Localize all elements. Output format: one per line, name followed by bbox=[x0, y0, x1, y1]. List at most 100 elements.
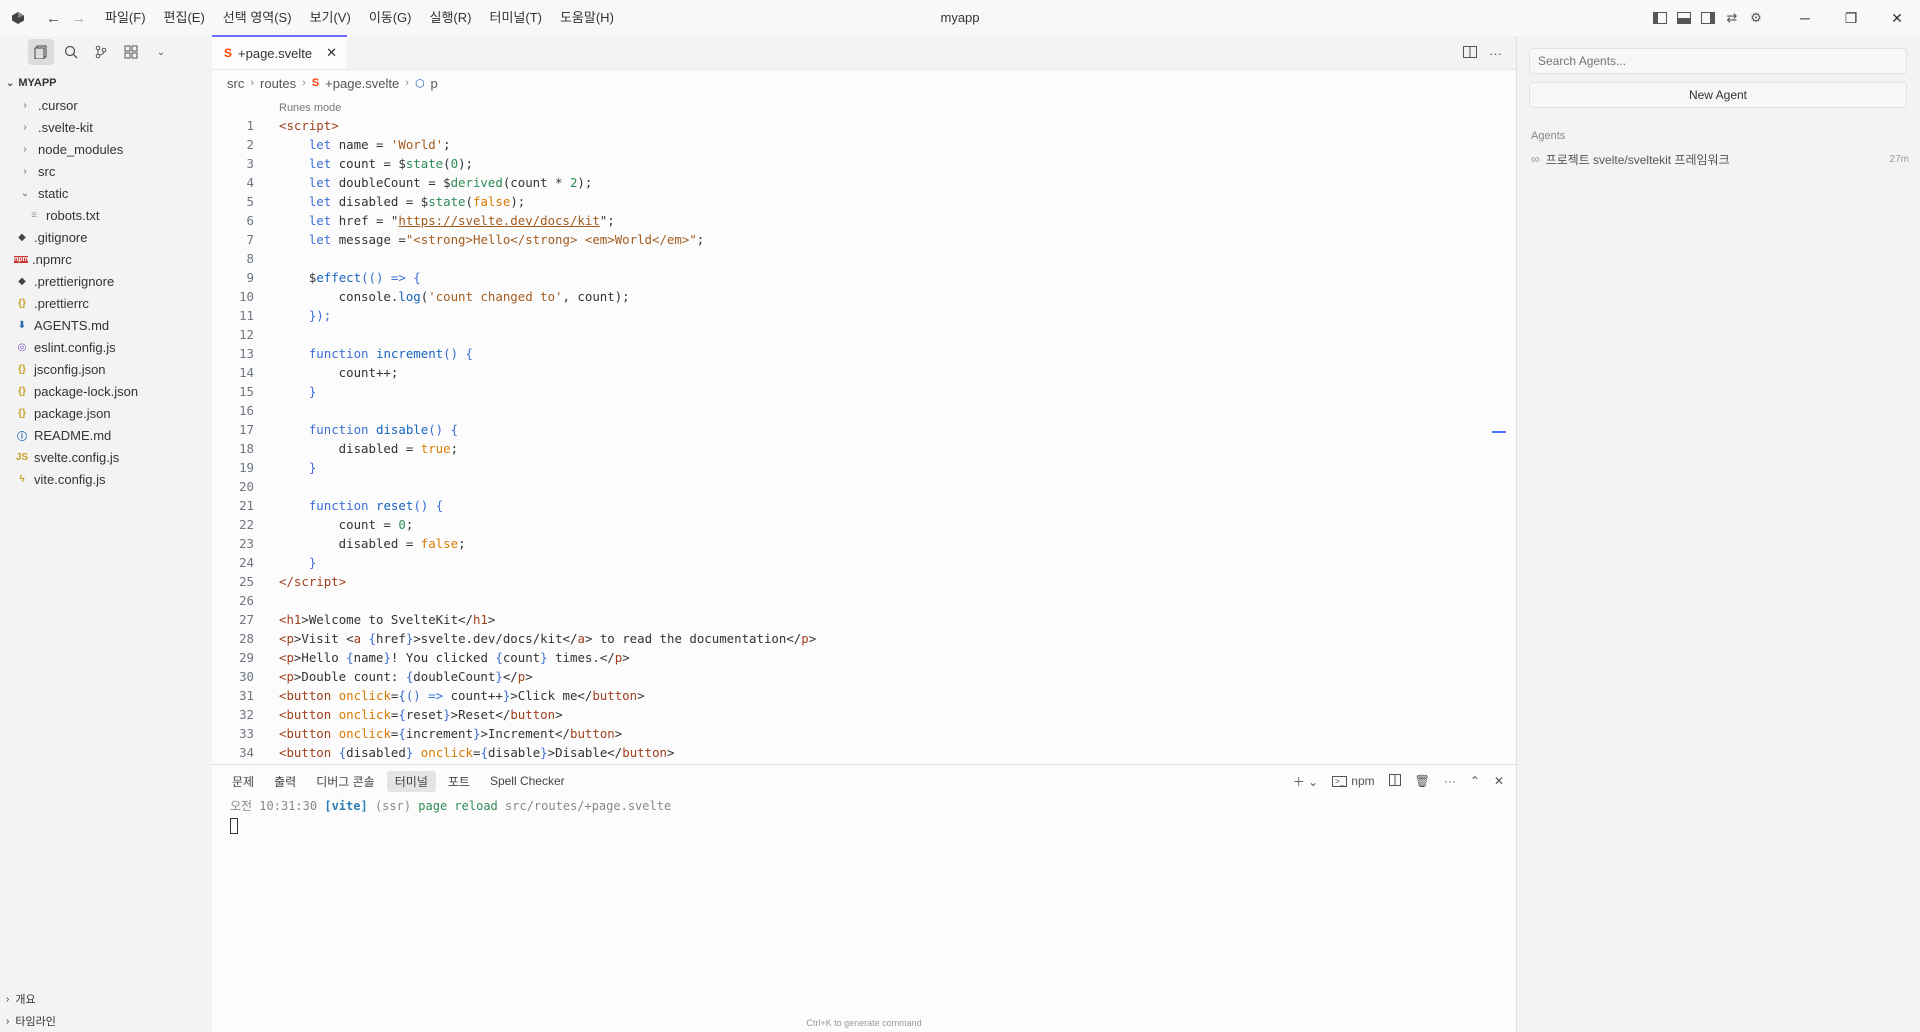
line-content: <p>Hello {name}! You clicked {count} tim… bbox=[254, 648, 630, 667]
tree-file[interactable]: {} package.json bbox=[0, 402, 212, 424]
toggle-primary-sidebar-icon[interactable] bbox=[1648, 6, 1672, 30]
line-content: let count = $state(0); bbox=[254, 154, 473, 173]
forward-arrow-icon[interactable]: → bbox=[71, 10, 86, 27]
tree-file[interactable]: ⬇ AGENTS.md bbox=[0, 314, 212, 336]
tree-file[interactable]: ◎ eslint.config.js bbox=[0, 336, 212, 358]
restore-window-icon[interactable]: ❐ bbox=[1828, 0, 1874, 36]
code-line: 10 console.log('count changed to', count… bbox=[212, 287, 1516, 306]
terminal-output[interactable]: 오전 10:31:30 [vite] (ssr) page reload src… bbox=[212, 797, 1516, 834]
tree-folder[interactable]: ⌄ static bbox=[0, 182, 212, 204]
close-tab-icon[interactable]: ✕ bbox=[326, 45, 337, 61]
tab-page-svelte[interactable]: S +page.svelte ✕ bbox=[212, 35, 348, 69]
close-panel-icon[interactable]: ✕ bbox=[1494, 774, 1504, 788]
explorer-files-icon[interactable] bbox=[28, 39, 54, 65]
toggle-panel-icon[interactable] bbox=[1672, 6, 1696, 30]
runes-mode-codelens[interactable]: Runes mode bbox=[279, 102, 341, 114]
menu-item[interactable]: 편집(E) bbox=[155, 0, 214, 36]
settings-gear-icon[interactable]: ⚙ bbox=[1744, 6, 1768, 30]
code-line: 21 function reset() { bbox=[212, 496, 1516, 515]
breadcrumb-src[interactable]: src bbox=[227, 76, 244, 91]
tree-file[interactable]: {} .prettierrc bbox=[0, 292, 212, 314]
menu-item[interactable]: 이동(G) bbox=[360, 0, 421, 36]
tree-file[interactable]: JS svelte.config.js bbox=[0, 446, 212, 468]
extensions-icon[interactable] bbox=[118, 39, 144, 65]
breadcrumb-file[interactable]: +page.svelte bbox=[325, 76, 399, 91]
toggle-secondary-sidebar-icon[interactable] bbox=[1696, 6, 1720, 30]
search-agents-input[interactable] bbox=[1529, 48, 1907, 74]
tree-item-label: svelte.config.js bbox=[34, 449, 120, 465]
line-number: 5 bbox=[246, 194, 254, 209]
breadcrumb-routes[interactable]: routes bbox=[260, 76, 296, 91]
tab-bar: S +page.svelte ✕ ··· bbox=[212, 35, 1516, 70]
panel-tab[interactable]: 문제 bbox=[224, 771, 262, 792]
menu-item[interactable]: 보기(V) bbox=[301, 0, 360, 36]
panel-tab[interactable]: Spell Checker bbox=[482, 772, 573, 790]
scrollbar-marker[interactable] bbox=[1492, 431, 1506, 433]
close-window-icon[interactable]: ✕ bbox=[1874, 0, 1920, 36]
tree-file[interactable]: ⓘ README.md bbox=[0, 424, 212, 446]
panel-tab[interactable]: 디버그 콘솔 bbox=[308, 771, 383, 792]
tree-file[interactable]: {} package-lock.json bbox=[0, 380, 212, 402]
outline-label: 개요 bbox=[15, 994, 36, 1006]
tree-file[interactable]: ≡ robots.txt bbox=[0, 204, 212, 226]
menu-item[interactable]: 선택 영역(S) bbox=[214, 0, 301, 36]
minimize-window-icon[interactable]: ─ bbox=[1782, 0, 1828, 36]
code-token: ); bbox=[577, 175, 593, 190]
timeline-section[interactable]: › 타임라인 bbox=[0, 1010, 212, 1032]
code-token: > bbox=[555, 707, 563, 722]
swap-icon[interactable]: ⇄ bbox=[1720, 6, 1744, 30]
explorer-root-header[interactable]: ⌄ MYAPP bbox=[0, 72, 212, 94]
source-control-icon[interactable] bbox=[88, 39, 114, 65]
code-token: () { bbox=[428, 422, 459, 437]
tree-folder[interactable]: › .cursor bbox=[0, 94, 212, 116]
search-icon[interactable] bbox=[58, 39, 84, 65]
line-content: <script> bbox=[254, 116, 339, 135]
back-arrow-icon[interactable]: ← bbox=[46, 10, 61, 27]
menu-item[interactable]: 파일(F) bbox=[96, 0, 155, 36]
chevron-right-icon: › bbox=[6, 1015, 10, 1027]
tree-folder[interactable]: › node_modules bbox=[0, 138, 212, 160]
agent-item[interactable]: ∞ 프로젝트 svelte/sveltekit 프레임워크 27m bbox=[1531, 150, 1909, 168]
menu-item[interactable]: 도움말(H) bbox=[551, 0, 623, 36]
outline-section[interactable]: › 개요 bbox=[0, 988, 212, 1010]
tree-item-label: .npmrc bbox=[32, 251, 72, 267]
panel-tab[interactable]: 포트 bbox=[440, 771, 478, 792]
breadcrumb-symbol[interactable]: p bbox=[431, 76, 438, 91]
panel-tab[interactable]: 터미널 bbox=[386, 770, 436, 792]
title-bar: ← → 파일(F) 편집(E) 선택 영역(S) 보기(V) 이동(G) 실행(R) 터미널… bbox=[0, 0, 1920, 36]
code-line: 8 bbox=[212, 249, 1516, 268]
line-content: <p>Double count: {doubleCount}</p> bbox=[254, 667, 533, 686]
more-actions-icon[interactable]: ··· bbox=[1489, 46, 1502, 61]
code-token: ); bbox=[458, 156, 474, 171]
tree-file[interactable]: ◆ .prettierignore bbox=[0, 270, 212, 292]
panel-tab[interactable]: 출력 bbox=[266, 771, 304, 792]
tree-folder[interactable]: › .svelte-kit bbox=[0, 116, 212, 138]
code-token: { bbox=[398, 707, 406, 722]
new-agent-button[interactable]: New Agent bbox=[1529, 82, 1907, 108]
tree-file[interactable]: ϟ vite.config.js bbox=[0, 468, 212, 490]
terminal-npm[interactable]: >_ npm bbox=[1332, 774, 1375, 788]
trash-icon[interactable]: 🗑 bbox=[1415, 774, 1430, 788]
chevron-down-icon[interactable]: ⌄ bbox=[148, 39, 174, 65]
code-editor[interactable]: 1 <script> 2 let name = 'World'; 3 let coun… bbox=[212, 116, 1516, 796]
new-terminal-icon[interactable]: ＋ ⌄ bbox=[1293, 773, 1318, 790]
tree-file[interactable]: ◆ .gitignore bbox=[0, 226, 212, 248]
menu-item[interactable]: 실행(R) bbox=[421, 0, 481, 36]
menu-item[interactable]: 터미널(T) bbox=[480, 0, 550, 36]
split-editor-icon[interactable] bbox=[1463, 45, 1477, 61]
maximize-panel-icon[interactable]: ⌃ bbox=[1470, 774, 1480, 788]
code-token: button bbox=[569, 726, 615, 741]
code-token: > bbox=[487, 612, 496, 627]
line-content: $effect(() => { bbox=[254, 268, 421, 287]
tree-file[interactable]: npm .npmrc bbox=[0, 248, 212, 270]
more-actions-icon[interactable]: ··· bbox=[1444, 774, 1456, 788]
code-token: increment bbox=[405, 726, 473, 741]
code-token: a bbox=[353, 631, 362, 646]
split-terminal-icon[interactable] bbox=[1388, 773, 1401, 789]
tree-folder[interactable]: › src bbox=[0, 160, 212, 182]
chevron-right-icon: › bbox=[302, 77, 306, 89]
tree-file[interactable]: {} jsconfig.json bbox=[0, 358, 212, 380]
code-token: let bbox=[308, 213, 332, 228]
